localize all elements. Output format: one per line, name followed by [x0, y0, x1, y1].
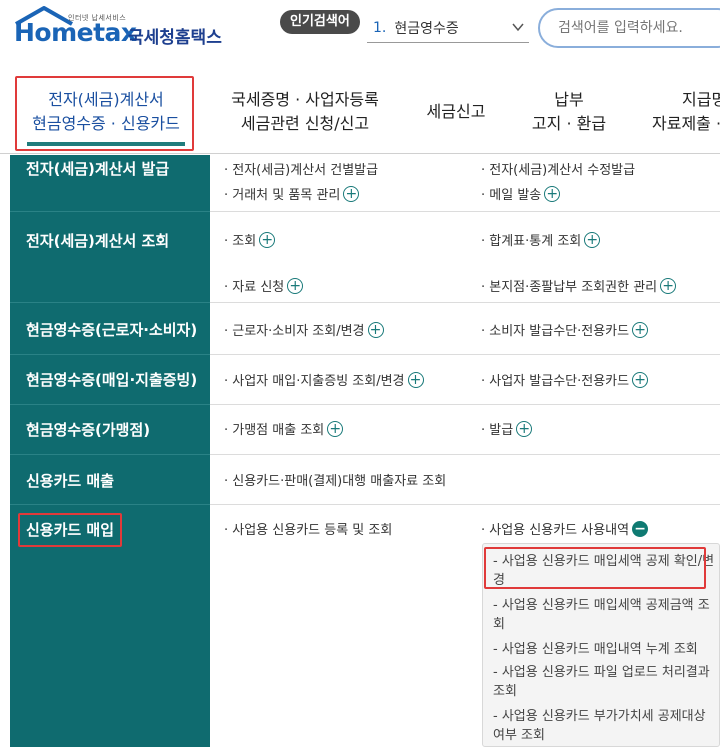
popular-search-select[interactable]: 1. 현금영수증: [367, 13, 529, 43]
sidebar-divider: [10, 404, 210, 405]
submenu-item-upload-result[interactable]: - 사업용 신용카드 파일 업로드 처리결과 조회: [493, 663, 719, 701]
menu-link-label: · 가맹점 매출 조회: [224, 423, 325, 438]
menu-link-invoice-amend[interactable]: · 전자(세금)계산서 수정발급: [481, 159, 635, 178]
nav-active-underline: [27, 142, 185, 146]
menu-link-label: · 거래처 및 품목 관리: [224, 188, 341, 203]
menu-link-business-card-register[interactable]: · 사업용 신용카드 등록 및 조회: [224, 519, 392, 538]
nav-tab-payment[interactable]: 납부 고지 · 환급: [520, 88, 618, 136]
sidebar-item-receipt-purchase[interactable]: 현금영수증(매입·지출증빙): [26, 369, 197, 390]
sidebar-divider: [10, 302, 210, 303]
submenu-highlight-box: [484, 547, 706, 589]
sidebar-item-e-invoice-lookup[interactable]: 전자(세금)계산서 조회: [26, 230, 169, 251]
minus-circle-icon[interactable]: −: [632, 520, 649, 537]
menu-link-label: · 사업자 매입·지출증빙 조회/변경: [224, 374, 405, 389]
plus-circle-icon[interactable]: +: [407, 371, 424, 388]
sidebar-item-e-invoice-issue[interactable]: 전자(세금)계산서 발급: [26, 158, 169, 179]
nav-tab-line1: 세금신고: [426, 102, 486, 121]
submenu-item-purchase-total[interactable]: - 사업용 신용카드 매입내역 누계 조회: [493, 640, 719, 659]
plus-circle-icon[interactable]: +: [660, 277, 677, 294]
menu-link-consumer-lookup[interactable]: · 근로자·소비자 조회/변경 +: [224, 320, 384, 339]
nav-tab-data-submit[interactable]: 지급명 자료제출 ·: [650, 88, 720, 136]
nav-tab-line1: 지급명: [682, 90, 720, 109]
menu-link-summary-stats[interactable]: · 합계표·통계 조회 +: [481, 230, 601, 249]
plus-circle-icon[interactable]: +: [367, 321, 384, 338]
sidebar-item-receipt-merchant[interactable]: 현금영수증(가맹점): [26, 419, 150, 440]
nav-tab-line1: 전자(세금)계산서: [48, 90, 164, 109]
plus-circle-icon[interactable]: +: [327, 420, 344, 437]
sidebar-divider: [10, 454, 210, 455]
nav-tab-line1: 납부: [554, 90, 584, 109]
sidebar-item-receipt-consumer[interactable]: 현금영수증(근로자·소비자): [26, 319, 197, 340]
menu-link-merchant-sales[interactable]: · 가맹점 매출 조회 +: [224, 419, 344, 438]
menu-link-invoice-single-issue[interactable]: · 전자(세금)계산서 건별발급: [224, 159, 378, 178]
menu-link-label: · 메일 발송: [481, 188, 542, 203]
popular-search-badge: 인기검색어: [280, 10, 360, 34]
logo-subtitle: 국세청홈택스: [128, 28, 222, 48]
menu-link-data-request[interactable]: · 자료 신청 +: [224, 276, 304, 295]
plus-circle-icon[interactable]: +: [632, 371, 649, 388]
nav-tab-e-invoice[interactable]: 전자(세금)계산서 현금영수증 · 신용카드: [27, 88, 185, 136]
sidebar-divider: [10, 504, 210, 505]
menu-link-label: · 사업용 신용카드 등록 및 조회: [224, 523, 393, 538]
plus-circle-icon[interactable]: +: [259, 231, 276, 248]
menu-link-business-card-usage[interactable]: · 사업용 신용카드 사용내역 −: [481, 519, 649, 538]
sidebar-item-card-sales[interactable]: 신용카드 매출: [26, 470, 114, 491]
menu-link-business-card[interactable]: · 사업자 발급수단·전용카드 +: [481, 370, 649, 389]
submenu-item-deduction-amount[interactable]: - 사업용 신용카드 매입세액 공제금액 조회: [493, 596, 719, 634]
main-nav: 전자(세금)계산서 현금영수증 · 신용카드 국세증명 · 사업자등록 세금관련…: [0, 62, 720, 154]
plus-circle-icon[interactable]: +: [343, 185, 360, 202]
plus-circle-icon[interactable]: +: [516, 420, 533, 437]
menu-link-label: · 발급: [481, 423, 514, 438]
menu-link-label: · 신용카드·판매(결제)대행 매출자료 조회: [224, 474, 447, 489]
plus-circle-icon[interactable]: +: [287, 277, 304, 294]
nav-tab-tax-report[interactable]: 세금신고: [416, 100, 496, 124]
sidebar-highlight-box: [18, 513, 122, 547]
menu-link-label: · 본지점·종팔납부 조회권한 관리: [481, 280, 658, 295]
search-input[interactable]: [538, 8, 720, 48]
menu-link-business-purchase[interactable]: · 사업자 매입·지출증빙 조회/변경 +: [224, 370, 424, 389]
site-header: 인터넷 납세서비스 Hometax 국세청홈택스 인기검색어 1. 현금영수증: [0, 0, 720, 62]
menu-link-label: · 합계표·통계 조회: [481, 234, 582, 249]
nav-tab-line2: 고지 · 환급: [531, 114, 607, 133]
sidebar-divider: [10, 354, 210, 355]
menu-link-label: · 자료 신청: [224, 280, 285, 295]
menu-link-issue[interactable]: · 발급 +: [481, 419, 533, 438]
menu-link-card-sales-data[interactable]: · 신용카드·판매(결제)대행 매출자료 조회: [224, 470, 446, 489]
nav-tab-line1: 국세증명 · 사업자등록: [231, 90, 379, 109]
menu-link-label: · 사업자 발급수단·전용카드: [481, 374, 630, 389]
menu-link-lookup[interactable]: · 조회 +: [224, 230, 276, 249]
menu-link-label: · 소비자 발급수단·전용카드: [481, 324, 630, 339]
menu-link-label: · 조회: [224, 234, 257, 249]
menu-link-label: · 사업용 신용카드 사용내역: [481, 523, 630, 538]
menu-link-consumer-card[interactable]: · 소비자 발급수단·전용카드 +: [481, 320, 649, 339]
menu-link-label: · 근로자·소비자 조회/변경: [224, 324, 365, 339]
plus-circle-icon[interactable]: +: [632, 321, 649, 338]
popular-value: 현금영수증: [394, 20, 459, 37]
popular-rank: 1.: [373, 19, 387, 36]
nav-tab-line2: 자료제출 ·: [652, 114, 720, 133]
menu-link-label: · 전자(세금)계산서 수정발급: [481, 163, 636, 178]
menu-link-branch-permission[interactable]: · 본지점·종팔납부 조회권한 관리 +: [481, 276, 677, 295]
submenu-item-vat-eligibility[interactable]: - 사업용 신용카드 부가가치세 공제대상 여부 조회: [493, 707, 719, 745]
nav-tab-line2: 세금관련 신청/신고: [240, 114, 370, 133]
nav-tab-line2: 현금영수증 · 신용카드: [32, 114, 180, 133]
sidebar-divider: [10, 211, 210, 212]
menu-link-label: · 전자(세금)계산서 건별발급: [224, 163, 379, 178]
hometax-logo[interactable]: 인터넷 납세서비스 Hometax 국세청홈택스: [12, 6, 222, 54]
nav-tab-certificate[interactable]: 국세증명 · 사업자등록 세금관련 신청/신고: [218, 88, 392, 136]
logo-wordmark: Hometax: [14, 18, 137, 47]
menu-content: 전자(세금)계산서 발급 전자(세금)계산서 조회 현금영수증(근로자·소비자)…: [0, 155, 720, 747]
chevron-down-icon: [512, 23, 524, 32]
plus-circle-icon[interactable]: +: [544, 185, 561, 202]
menu-link-partner-items[interactable]: · 거래처 및 품목 관리 +: [224, 184, 360, 203]
menu-link-mail-send[interactable]: · 메일 발송 +: [481, 184, 561, 203]
plus-circle-icon[interactable]: +: [584, 231, 601, 248]
